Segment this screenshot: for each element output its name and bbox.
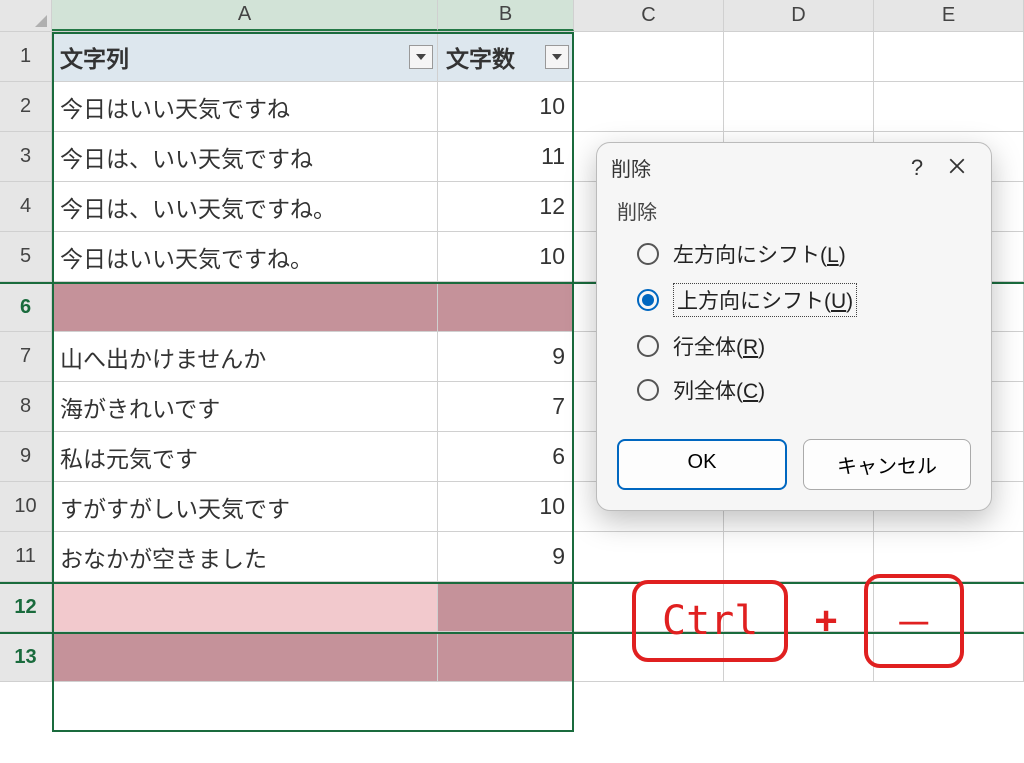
row-header-11[interactable]: 11 (0, 532, 52, 581)
cell-b2[interactable]: 10 (438, 82, 574, 131)
cell-a6[interactable] (52, 284, 438, 331)
cell-b4[interactable]: 12 (438, 182, 574, 231)
radio-icon (637, 243, 659, 265)
key-ctrl: Ctrl (632, 580, 788, 662)
column-header-e[interactable]: E (874, 0, 1024, 31)
radio-icon (637, 379, 659, 401)
cell-a10[interactable]: すがすがしい天気です (52, 482, 438, 531)
cell-a8[interactable]: 海がきれいです (52, 382, 438, 431)
close-icon (948, 157, 966, 175)
radio-shift-left-label: 左方向にシフト(L) (673, 239, 846, 269)
column-header-c[interactable]: C (574, 0, 724, 31)
cell-e1[interactable] (874, 32, 1024, 81)
cell-d1[interactable] (724, 32, 874, 81)
ok-button[interactable]: OK (617, 439, 787, 490)
keyboard-shortcut-hint: Ctrl + － (632, 574, 964, 668)
cell-a13[interactable] (52, 634, 438, 681)
dialog-body: 削除 左方向にシフト(L) 上方向にシフト(U) 行全体(R) 列全体(C) (597, 192, 991, 435)
dialog-title: 削除 (611, 153, 651, 182)
cell-b8[interactable]: 7 (438, 382, 574, 431)
cell-b12[interactable] (438, 584, 574, 631)
cell-a4[interactable]: 今日は、いい天気ですね。 (52, 182, 438, 231)
cell-b3[interactable]: 11 (438, 132, 574, 181)
cell-c1[interactable] (574, 32, 724, 81)
row-header-4[interactable]: 4 (0, 182, 52, 231)
dialog-section-label: 削除 (617, 196, 971, 225)
row-header-5[interactable]: 5 (0, 232, 52, 281)
row-header-9[interactable]: 9 (0, 432, 52, 481)
dialog-help-button[interactable]: ? (897, 155, 937, 181)
table-header-b-label: 文字数 (446, 40, 515, 74)
row-header-12[interactable]: 12 (0, 584, 52, 631)
radio-icon (637, 289, 659, 311)
cell-b6[interactable] (438, 284, 574, 331)
table-row: 2 今日はいい天気ですね 10 (0, 82, 1024, 132)
radio-entire-column-label: 列全体(C) (673, 375, 765, 405)
delete-dialog: 削除 ? 削除 左方向にシフト(L) 上方向にシフト(U) 行全体(R) 列全体… (596, 142, 992, 511)
cell-b5[interactable]: 10 (438, 232, 574, 281)
table-header-b[interactable]: 文字数 (438, 32, 574, 81)
radio-shift-up[interactable]: 上方向にシフト(U) (637, 283, 971, 317)
filter-button-a[interactable] (409, 45, 433, 69)
cell-d2[interactable] (724, 82, 874, 131)
radio-entire-column[interactable]: 列全体(C) (637, 375, 971, 405)
row-header-10[interactable]: 10 (0, 482, 52, 531)
cell-b11[interactable]: 9 (438, 532, 574, 581)
key-minus: － (864, 574, 964, 668)
radio-shift-left[interactable]: 左方向にシフト(L) (637, 239, 971, 269)
cell-a2[interactable]: 今日はいい天気ですね (52, 82, 438, 131)
table-header-a[interactable]: 文字列 (52, 32, 438, 81)
row-header-1[interactable]: 1 (0, 32, 52, 81)
table-header-row: 1 文字列 文字数 (0, 32, 1024, 82)
column-header-a[interactable]: A (52, 0, 438, 31)
radio-entire-row-label: 行全体(R) (673, 331, 765, 361)
radio-shift-up-label: 上方向にシフト(U) (673, 283, 857, 317)
column-header-d[interactable]: D (724, 0, 874, 31)
cell-a7[interactable]: 山へ出かけませんか (52, 332, 438, 381)
dialog-button-row: OK キャンセル (597, 435, 991, 510)
dialog-close-button[interactable] (937, 155, 977, 181)
table-header-a-label: 文字列 (60, 40, 129, 74)
cell-e2[interactable] (874, 82, 1024, 131)
cell-c2[interactable] (574, 82, 724, 131)
cell-a3[interactable]: 今日は、いい天気ですね (52, 132, 438, 181)
dialog-titlebar[interactable]: 削除 ? (597, 143, 991, 192)
filter-button-b[interactable] (545, 45, 569, 69)
cell-a12[interactable] (52, 584, 438, 631)
column-header-row: A B C D E (0, 0, 1024, 32)
select-all-corner[interactable] (0, 0, 52, 31)
row-header-13[interactable]: 13 (0, 634, 52, 681)
cell-b10[interactable]: 10 (438, 482, 574, 531)
row-header-2[interactable]: 2 (0, 82, 52, 131)
cell-a5[interactable]: 今日はいい天気ですね。 (52, 232, 438, 281)
cell-a9[interactable]: 私は元気です (52, 432, 438, 481)
cell-b13[interactable] (438, 634, 574, 681)
cell-b9[interactable]: 6 (438, 432, 574, 481)
cell-a11[interactable]: おなかが空きました (52, 532, 438, 581)
plus-icon: + (814, 599, 837, 644)
row-header-8[interactable]: 8 (0, 382, 52, 431)
radio-entire-row[interactable]: 行全体(R) (637, 331, 971, 361)
column-header-b[interactable]: B (438, 0, 574, 31)
cell-b7[interactable]: 9 (438, 332, 574, 381)
row-header-7[interactable]: 7 (0, 332, 52, 381)
cancel-button[interactable]: キャンセル (803, 439, 971, 490)
row-header-3[interactable]: 3 (0, 132, 52, 181)
radio-icon (637, 335, 659, 357)
row-header-6[interactable]: 6 (0, 284, 52, 331)
